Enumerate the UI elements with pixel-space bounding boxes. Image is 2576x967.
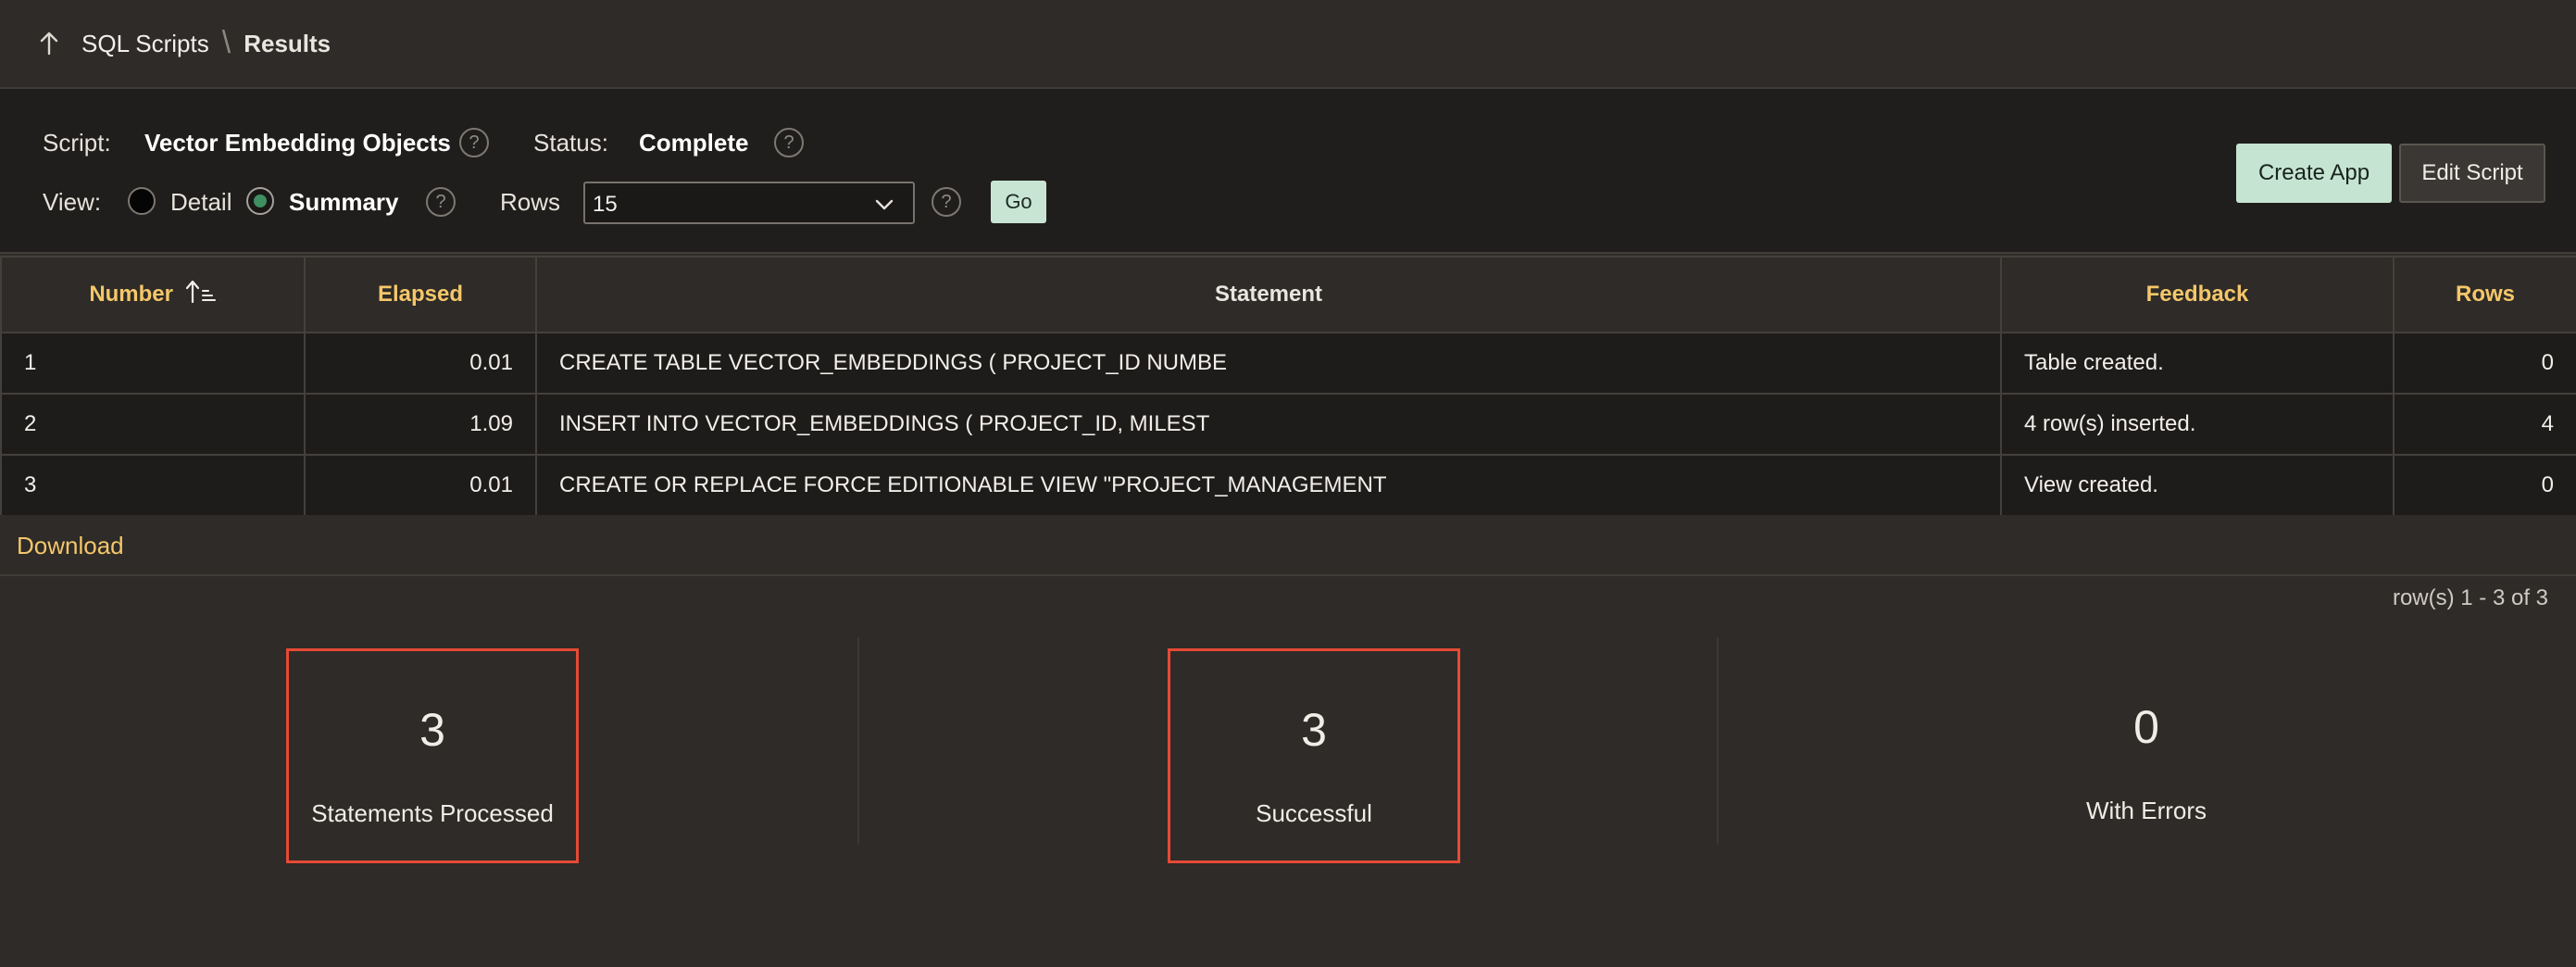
table-header-row: Number Elapsed Statement Feedback Rows <box>0 256 2576 333</box>
breadcrumb-separator: \ <box>221 24 231 60</box>
summary-panel: 3 Statements Processed 3 Successful 0 Wi… <box>0 630 2576 871</box>
cell-statement: CREATE TABLE VECTOR_EMBEDDINGS ( PROJECT… <box>535 332 2002 395</box>
with-errors-count: 0 <box>2133 701 2159 753</box>
rows-help-icon[interactable]: ? <box>932 187 961 217</box>
view-summary-label[interactable]: Summary <box>289 188 399 217</box>
results-report: Number Elapsed Statement Feedback Rows 1 <box>0 256 2576 517</box>
cell-elapsed: 0.01 <box>304 332 537 395</box>
create-app-button[interactable]: Create App <box>2236 144 2392 203</box>
report-footer: Download <box>0 515 2576 576</box>
go-button[interactable]: Go <box>991 181 1046 223</box>
column-header-feedback[interactable]: Feedback <box>2000 256 2395 333</box>
script-name: Vector Embedding Objects <box>144 129 451 157</box>
statements-processed-card: 3 Statements Processed <box>286 648 579 863</box>
cell-feedback: Table created. <box>2000 332 2395 395</box>
cell-number: 3 <box>0 454 306 517</box>
breadcrumb-current: Results <box>244 29 331 57</box>
cell-rows: 4 <box>2393 393 2576 456</box>
pagination-text: row(s) 1 - 3 of 3 <box>2392 585 2548 610</box>
statements-processed-label: Statements Processed <box>311 799 554 827</box>
successful-card: 3 Successful <box>1168 648 1460 863</box>
rows-select-value: 15 <box>593 192 618 217</box>
cell-rows: 0 <box>2393 454 2576 517</box>
summary-divider <box>857 637 859 845</box>
cell-rows: 0 <box>2393 332 2576 395</box>
successful-label: Successful <box>1256 799 1372 827</box>
summary-divider <box>1717 637 1719 845</box>
status-value: Complete <box>639 129 749 157</box>
cell-number: 2 <box>0 393 306 456</box>
arrow-up-icon[interactable] <box>35 25 63 62</box>
with-errors-card: 0 With Errors <box>2000 648 2293 863</box>
script-controls: Script: Vector Embedding Objects ? Statu… <box>0 89 2576 254</box>
column-header-number-label: Number <box>89 281 173 307</box>
chevron-down-icon <box>874 195 894 215</box>
script-help-icon[interactable]: ? <box>459 128 489 157</box>
cell-statement: CREATE OR REPLACE FORCE EDITIONABLE VIEW… <box>535 454 2002 517</box>
view-label: View: <box>43 188 102 216</box>
rows-select[interactable]: 15 <box>583 182 915 224</box>
script-label: Script: <box>43 129 111 157</box>
results-table: Number Elapsed Statement Feedback Rows 1 <box>0 256 2576 517</box>
view-detail-radio[interactable] <box>128 187 156 215</box>
column-header-rows[interactable]: Rows <box>2393 256 2576 333</box>
column-header-elapsed[interactable]: Elapsed <box>304 256 537 333</box>
cell-elapsed: 0.01 <box>304 454 537 517</box>
status-help-icon[interactable]: ? <box>774 128 804 157</box>
breadcrumb-bar: SQL Scripts \ Results <box>0 0 2576 89</box>
table-row: 1 0.01 CREATE TABLE VECTOR_EMBEDDINGS ( … <box>0 332 2576 395</box>
cell-number: 1 <box>0 332 306 395</box>
column-header-number[interactable]: Number <box>0 256 306 333</box>
cell-feedback: 4 row(s) inserted. <box>2000 393 2395 456</box>
edit-script-button[interactable]: Edit Script <box>2399 144 2545 203</box>
with-errors-label: With Errors <box>2086 797 2207 824</box>
column-header-statement: Statement <box>535 256 2002 333</box>
table-row: 2 1.09 INSERT INTO VECTOR_EMBEDDINGS ( P… <box>0 393 2576 456</box>
successful-count: 3 <box>1301 704 1327 756</box>
breadcrumb-sql-scripts[interactable]: SQL Scripts <box>81 30 209 58</box>
statements-processed-count: 3 <box>419 704 445 756</box>
cell-feedback: View created. <box>2000 454 2395 517</box>
sort-ascending-icon <box>185 280 217 310</box>
rows-label: Rows <box>500 188 561 216</box>
table-row: 3 0.01 CREATE OR REPLACE FORCE EDITIONAB… <box>0 454 2576 517</box>
cell-statement: INSERT INTO VECTOR_EMBEDDINGS ( PROJECT_… <box>535 393 2002 456</box>
view-help-icon[interactable]: ? <box>426 187 456 217</box>
cell-elapsed: 1.09 <box>304 393 537 456</box>
view-summary-radio[interactable] <box>246 187 274 215</box>
status-label: Status: <box>533 129 608 157</box>
view-detail-label[interactable]: Detail <box>170 188 231 217</box>
download-link[interactable]: Download <box>17 532 124 560</box>
